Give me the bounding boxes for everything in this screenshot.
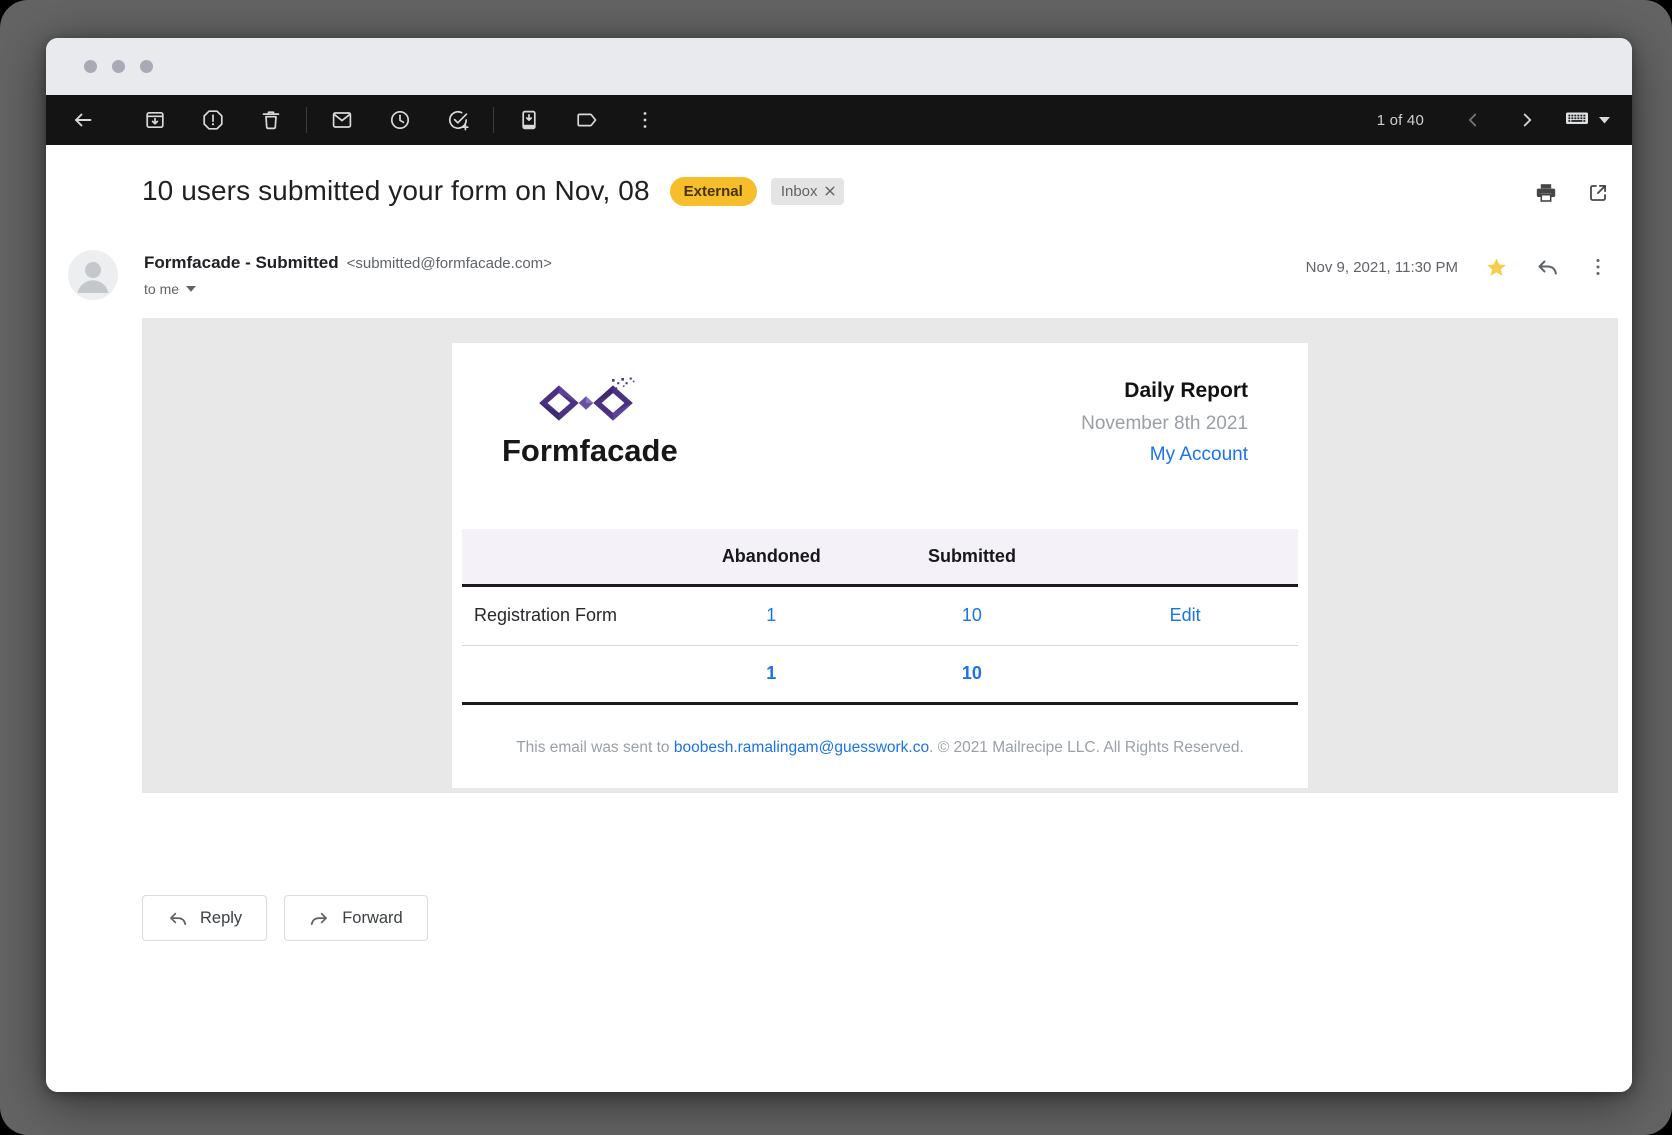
header-empty <box>462 529 671 585</box>
toolbar-right-group: 1 of 40 <box>1377 97 1610 143</box>
totals-empty <box>462 645 671 703</box>
more-options-icon[interactable] <box>622 97 668 143</box>
input-tools-button[interactable] <box>1564 106 1610 135</box>
archive-icon[interactable] <box>132 97 178 143</box>
header-abandoned: Abandoned <box>671 529 872 585</box>
window-control-minimize[interactable] <box>112 60 125 73</box>
subject-actions <box>1534 181 1610 205</box>
email-footer: This email was sent to boobesh.ramalinga… <box>452 739 1308 757</box>
formfacade-infinity-icon <box>534 377 638 429</box>
inbox-label-text: Inbox <box>781 183 818 200</box>
label-icon[interactable] <box>564 97 610 143</box>
newer-chevron-left-icon[interactable] <box>1450 97 1496 143</box>
mark-unread-icon[interactable] <box>319 97 365 143</box>
header-submitted: Submitted <box>872 529 1073 585</box>
table-row: Registration Form 1 10 Edit <box>462 585 1298 645</box>
reply-icon[interactable] <box>1535 255 1559 279</box>
desktop-background: 1 of 40 10 users sub <box>0 0 1672 1135</box>
forward-arrow-icon <box>309 908 330 929</box>
email-reading-pane: 10 users submitted your form on Nov, 08 … <box>46 145 1632 1092</box>
report-table: Abandoned Submitted Registration Form 1 … <box>462 529 1298 705</box>
reply-arrow-icon <box>167 908 188 929</box>
message-date: Nov 9, 2021, 11:30 PM <box>1306 259 1458 276</box>
report-title: Daily Report <box>1081 379 1248 403</box>
sender-name: Formfacade - Submitted <box>144 253 339 273</box>
back-arrow-icon[interactable] <box>60 97 106 143</box>
submitted-count-link[interactable]: 10 <box>962 605 982 625</box>
window-titlebar <box>46 38 1632 95</box>
footer-suffix: . © 2021 Mailrecipe LLC. All Rights Rese… <box>929 739 1244 756</box>
star-icon[interactable] <box>1485 256 1508 279</box>
move-to-icon[interactable] <box>506 97 552 143</box>
reply-button-label: Reply <box>200 909 242 928</box>
report-header: Daily Report November 8th 2021 My Accoun… <box>1081 379 1248 466</box>
sender-row: Formfacade - Submitted <submitted@formfa… <box>68 250 1610 300</box>
window-control-close[interactable] <box>84 60 97 73</box>
open-in-new-icon[interactable] <box>1586 181 1610 205</box>
older-chevron-right-icon[interactable] <box>1504 97 1550 143</box>
pagination-count: 1 of 40 <box>1377 112 1424 129</box>
forward-button[interactable]: Forward <box>284 895 428 941</box>
table-header-row: Abandoned Submitted <box>462 529 1298 585</box>
keyboard-icon <box>1564 106 1590 135</box>
message-meta: Nov 9, 2021, 11:30 PM <box>1306 250 1610 279</box>
chevron-down-icon <box>1599 111 1610 129</box>
chevron-down-icon <box>186 286 196 292</box>
reply-forward-actions: Reply Forward <box>142 895 428 941</box>
print-icon[interactable] <box>1534 181 1558 205</box>
forward-button-label: Forward <box>342 909 403 928</box>
form-name-cell: Registration Form <box>462 585 671 645</box>
totals-empty <box>1072 645 1298 703</box>
external-badge: External <box>670 177 757 206</box>
total-abandoned-link[interactable]: 1 <box>766 663 776 683</box>
more-options-icon[interactable] <box>1586 255 1610 279</box>
formfacade-logo: Formfacade <box>502 373 678 469</box>
show-details-toggle[interactable]: to me <box>144 281 552 297</box>
edit-link[interactable]: Edit <box>1170 605 1201 625</box>
sender-details: Formfacade - Submitted <submitted@formfa… <box>144 250 552 297</box>
recipient-email-link[interactable]: boobesh.ramalingam@guesswork.co <box>674 739 929 756</box>
browser-window: 1 of 40 10 users sub <box>46 38 1632 1092</box>
inbox-label-chip[interactable]: Inbox <box>771 178 844 205</box>
add-to-tasks-icon[interactable] <box>435 97 481 143</box>
footer-prefix: This email was sent to <box>516 739 674 756</box>
gmail-toolbar: 1 of 40 <box>46 95 1632 145</box>
toolbar-divider <box>306 107 307 133</box>
brand-name: Formfacade <box>502 433 678 469</box>
report-card: Formfacade Daily Report November 8th 202… <box>452 343 1308 788</box>
my-account-link[interactable]: My Account <box>1081 444 1248 466</box>
email-body-background: Formfacade Daily Report November 8th 202… <box>142 318 1618 793</box>
header-empty <box>1072 529 1298 585</box>
abandoned-count-link[interactable]: 1 <box>766 605 776 625</box>
total-submitted-link[interactable]: 10 <box>962 663 982 683</box>
table-totals-row: 1 10 <box>462 645 1298 703</box>
report-date: November 8th 2021 <box>1081 413 1248 435</box>
toolbar-divider <box>493 107 494 133</box>
email-subject: 10 users submitted your form on Nov, 08 <box>142 175 650 207</box>
window-control-zoom[interactable] <box>140 60 153 73</box>
recipient-label: to me <box>144 281 179 297</box>
subject-row: 10 users submitted your form on Nov, 08 … <box>142 175 844 207</box>
report-spam-icon[interactable] <box>190 97 236 143</box>
reply-button[interactable]: Reply <box>142 895 267 941</box>
snooze-icon[interactable] <box>377 97 423 143</box>
delete-icon[interactable] <box>248 97 294 143</box>
remove-label-x-icon[interactable] <box>825 186 835 196</box>
sender-address: <submitted@formfacade.com> <box>347 255 552 272</box>
sender-avatar <box>68 250 118 300</box>
